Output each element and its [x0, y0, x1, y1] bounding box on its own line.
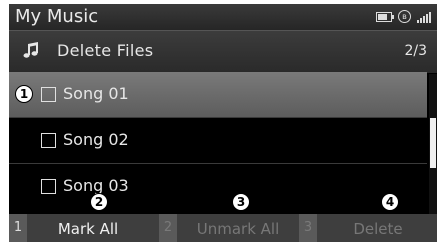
music-screen: My Music ʙ Delete Files 2/3 Song 01 Song…	[9, 4, 437, 242]
song-label: Song 01	[63, 84, 129, 103]
mark-all-button[interactable]: Mark All	[29, 214, 147, 242]
music-note-icon	[23, 42, 38, 58]
song-checkbox[interactable]	[41, 87, 56, 102]
callout-marker-2: 2	[90, 193, 108, 211]
song-row[interactable]: Song 01	[9, 72, 427, 118]
title-bar: My Music ʙ	[9, 4, 437, 30]
header-title: Delete Files	[57, 41, 154, 60]
song-checkbox[interactable]	[41, 133, 56, 148]
song-checkbox[interactable]	[41, 179, 56, 194]
delete-button[interactable]: Delete	[319, 214, 437, 242]
list-header: Delete Files 2/3	[9, 30, 437, 73]
callout-marker-4: 4	[381, 193, 399, 211]
softkey-bar: 1 Mark All 2 Unmark All 3 Delete	[9, 214, 437, 242]
scrollbar[interactable]	[429, 74, 437, 214]
callout-marker-3: 3	[232, 193, 250, 211]
unmark-all-button[interactable]: Unmark All	[179, 214, 297, 242]
song-list: Song 01 Song 02 Song 03	[9, 72, 427, 214]
battery-icon	[376, 11, 394, 22]
scroll-thumb[interactable]	[430, 118, 436, 168]
softkey-number-3: 3	[299, 214, 317, 242]
softkey-number-1: 1	[9, 214, 27, 242]
app-title: My Music	[15, 6, 99, 27]
softkey-number-2: 2	[159, 214, 177, 242]
song-row[interactable]: Song 03	[9, 164, 427, 210]
callout-marker-1: 1	[15, 85, 33, 103]
row-divider	[9, 117, 427, 118]
song-label: Song 03	[63, 176, 129, 195]
page-indicator: 2/3	[404, 43, 427, 59]
song-label: Song 02	[63, 130, 129, 149]
signal-icon	[417, 11, 431, 23]
bluetooth-icon: ʙ	[398, 10, 411, 23]
song-row[interactable]: Song 02	[9, 118, 427, 164]
status-icons: ʙ	[376, 10, 431, 23]
